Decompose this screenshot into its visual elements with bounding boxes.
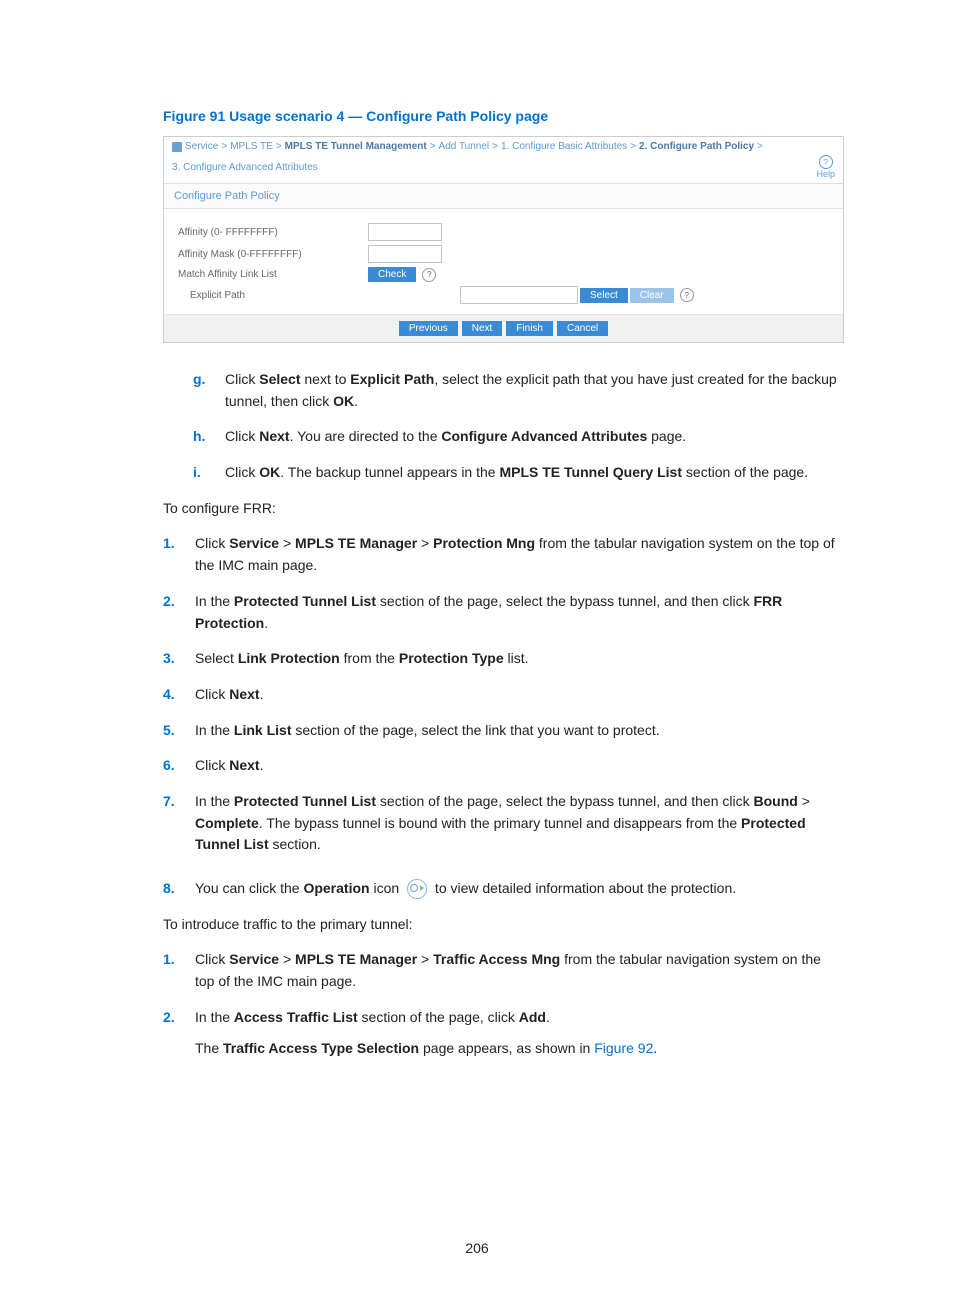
list-item: i. Click OK. The backup tunnel appears i… [225,462,844,484]
list-item: 6. Click Next. [195,755,844,777]
affinity-input[interactable] [368,223,442,241]
lead-introduce-traffic: To introduce traffic to the primary tunn… [163,914,844,936]
select-button[interactable]: Select [580,288,628,303]
list-item: 1. Click Service > MPLS TE Manager > Tra… [195,949,844,992]
help-icon[interactable]: ? [680,288,694,302]
crumb-mpls-te[interactable]: MPLS TE [230,141,273,152]
finish-button[interactable]: Finish [506,321,553,336]
screenshot-configure-path-policy: Service> MPLS TE> MPLS TE Tunnel Managem… [163,136,844,343]
label-match-affinity: Match Affinity Link List [178,269,368,280]
explicit-path-input[interactable] [460,286,578,304]
list-item: 7. In the Protected Tunnel List section … [195,791,844,856]
check-button[interactable]: Check [368,267,416,282]
panel-title: Configure Path Policy [164,184,843,209]
list-item: 5. In the Link List section of the page,… [195,720,844,742]
list-item: 3. Select Link Protection from the Prote… [195,648,844,670]
figure-92-link[interactable]: Figure 92 [594,1040,653,1056]
crumb-step2[interactable]: 2. Configure Path Policy [639,141,754,152]
lead-configure-frr: To configure FRR: [163,498,844,520]
crumb-step1[interactable]: 1. Configure Basic Attributes [501,141,627,152]
list-item: h. Click Next. You are directed to the C… [225,426,844,448]
list-item: 1. Click Service > MPLS TE Manager > Pro… [195,533,844,576]
breadcrumb: Service> MPLS TE> MPLS TE Tunnel Managem… [164,137,843,184]
figure-caption: Figure 91 Usage scenario 4 — Configure P… [163,108,844,124]
crumb-service[interactable]: Service [185,141,218,152]
page-number: 206 [0,1240,954,1256]
help-link[interactable]: ?Help [816,155,835,179]
list-item: 4. Click Next. [195,684,844,706]
label-explicit-path: Explicit Path [178,290,368,301]
body-text: g. Click Select next to Explicit Path, s… [163,369,844,1060]
wizard-footer: Previous Next Finish Cancel [164,314,843,342]
crumb-add-tunnel[interactable]: Add Tunnel [439,141,490,152]
service-icon [172,142,182,152]
clear-button[interactable]: Clear [630,288,674,303]
list-item: 8. You can click the Operation icon to v… [195,878,844,900]
crumb-step3[interactable]: 3. Configure Advanced Attributes [172,162,318,173]
list-item: 2. In the Access Traffic List section of… [195,1007,844,1060]
list-item: 2. In the Protected Tunnel List section … [195,591,844,634]
help-icon[interactable]: ? [422,268,436,282]
operation-icon [407,879,427,899]
affinity-mask-input[interactable] [368,245,442,263]
cancel-button[interactable]: Cancel [557,321,608,336]
previous-button[interactable]: Previous [399,321,458,336]
crumb-tunnel-mgmt[interactable]: MPLS TE Tunnel Management [285,141,427,152]
next-button[interactable]: Next [462,321,503,336]
label-affinity: Affinity (0- FFFFFFFF) [178,227,368,238]
list-item: g. Click Select next to Explicit Path, s… [225,369,844,412]
label-affinity-mask: Affinity Mask (0-FFFFFFFF) [178,249,368,260]
help-icon: ? [819,155,833,169]
